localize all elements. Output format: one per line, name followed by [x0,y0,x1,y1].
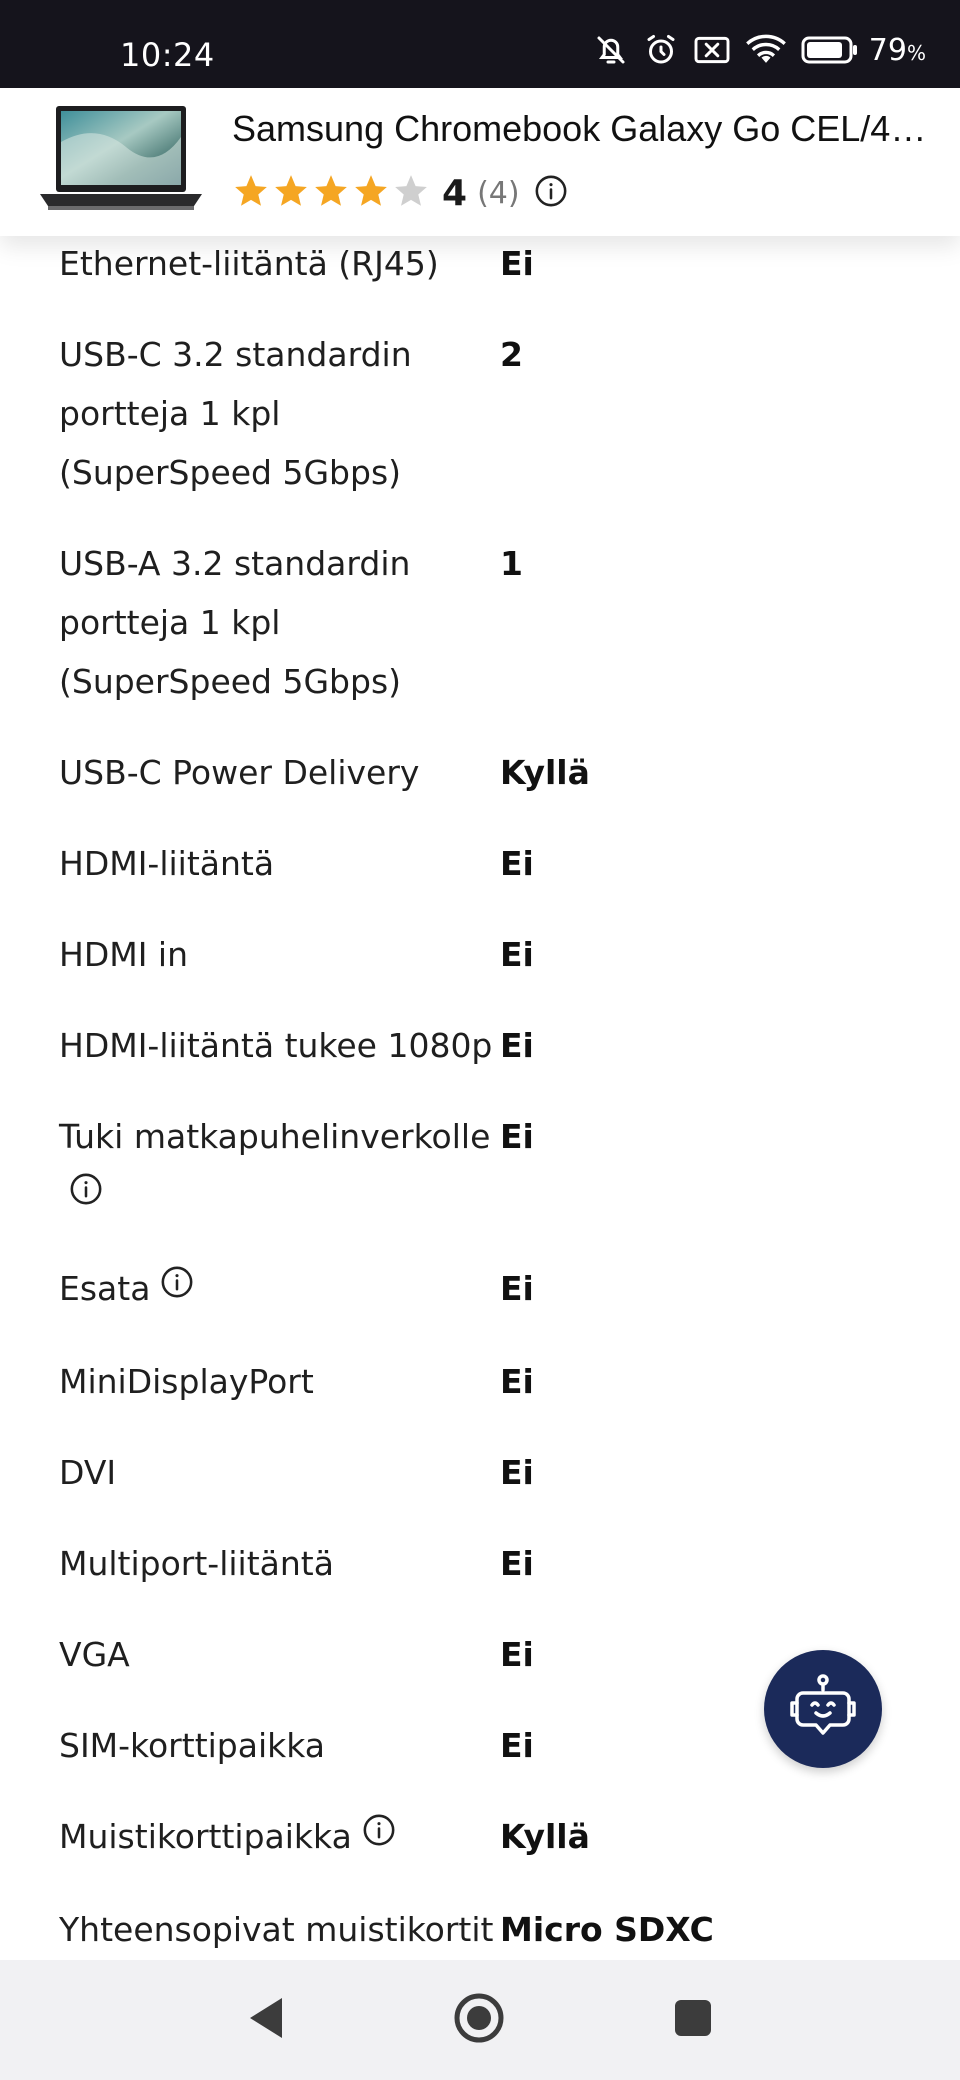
spec-row: HDMI-liitäntä tukee 1080p Ei [0,992,960,1083]
recents-icon [674,1999,712,2041]
spec-row: Tuki matkapuhelinverkolle Ei [0,1083,960,1235]
spec-label-text: HDMI-liitäntä tukee 1080p [59,1026,493,1065]
product-thumbnail[interactable] [36,102,206,220]
spec-label-text: DVI [59,1453,117,1492]
spec-label-text: Ethernet-liitäntä (RJ45) [59,244,439,283]
spec-value: Kyllä [500,1817,590,1856]
battery-icon [801,35,859,65]
notifications-off-icon [593,32,629,68]
spec-row: MiniDisplayPort Ei [0,1328,960,1419]
spec-value: Ei [500,935,534,974]
back-button[interactable] [236,1990,296,2050]
rating-count: (4) [477,175,520,211]
spec-label: HDMI-liitäntä [59,834,499,893]
spec-row: Yhteensopivat muistikortit Micro SDXC [0,1876,960,1960]
spec-row: USB-C Power Delivery Kyllä [0,719,960,810]
spec-label: HDMI-liitäntä tukee 1080p [59,1016,499,1075]
spec-value: Ei [500,1117,534,1156]
star-empty-icon [392,172,430,214]
product-header[interactable]: Samsung Chromebook Galaxy Go CEL/4/3... … [0,88,960,236]
recents-button[interactable] [663,1990,723,2050]
spec-label-text: USB-C 3.2 standardin portteja 1 kpl (Sup… [59,335,412,492]
spec-label-text: Esata [59,1269,151,1308]
star-filled-icon [312,172,350,214]
spec-value: Ei [500,244,534,283]
spec-label: USB-C 3.2 standardin portteja 1 kpl (Sup… [59,325,499,502]
rating-stars [232,172,430,214]
back-icon [246,1996,286,2044]
star-filled-icon [352,172,390,214]
spec-label: Yhteensopivat muistikortit [59,1900,499,1960]
spec-value: Ei [500,1453,534,1492]
spec-value: Micro SDXC [500,1910,714,1949]
spec-label: MiniDisplayPort [59,1352,499,1411]
spec-row: Multiport-liitäntä Ei [0,1510,960,1601]
spec-label-text: Muistikorttipaikka [59,1817,352,1856]
spec-value: Ei [500,844,534,883]
spec-value: 2 [500,335,523,374]
spec-value: Ei [500,1362,534,1401]
home-icon [453,1992,505,2048]
spec-value: Kyllä [500,753,590,792]
star-filled-icon [272,172,310,214]
product-title[interactable]: Samsung Chromebook Galaxy Go CEL/4/3... [232,108,932,150]
navigation-bar [0,1960,960,2080]
spec-label: DVI [59,1443,499,1502]
spec-label: Multiport-liitäntä [59,1534,499,1593]
spec-value: Ei [500,1026,534,1065]
spec-label: Muistikorttipaikka [59,1807,499,1868]
info-icon[interactable] [69,1165,103,1224]
spec-label-text: Yhteensopivat muistikortit [59,1910,494,1949]
info-icon[interactable] [160,1258,194,1317]
spec-row: Muistikorttipaikka Kyllä [0,1783,960,1876]
spec-label-text: VGA [59,1635,130,1674]
spec-label: SIM-korttipaikka [59,1716,499,1775]
spec-label-text: USB-A 3.2 standardin portteja 1 kpl (Sup… [59,544,411,701]
spec-row: USB-A 3.2 standardin portteja 1 kpl (Sup… [0,510,960,719]
chat-bot-button[interactable] [764,1650,882,1768]
spec-value: Ei [500,1269,534,1308]
spec-row: HDMI in Ei [0,901,960,992]
spec-row: USB-C 3.2 standardin portteja 1 kpl (Sup… [0,301,960,510]
status-icons: 79% [593,30,926,70]
spec-value: Ei [500,1726,534,1765]
spec-label: HDMI in [59,925,499,984]
spec-label-text: HDMI-liitäntä [59,844,275,883]
wifi-icon [745,33,787,67]
spec-value: Ei [500,1635,534,1674]
spec-label-text: Tuki matkapuhelinverkolle [59,1117,491,1156]
battery-percent-value: 79 [868,32,907,68]
status-bar: 10:24 79% [0,0,960,88]
home-button[interactable] [449,1990,509,2050]
rating-value: 4 [442,172,468,214]
spec-row: Ethernet-liitäntä (RJ45) Ei [0,236,960,301]
alarm-icon [643,32,679,68]
spec-label: Esata [59,1259,499,1320]
spec-label-text: Multiport-liitäntä [59,1544,334,1583]
spec-row: Esata Ei [0,1235,960,1328]
spec-row: DVI Ei [0,1419,960,1510]
sim-off-icon [693,34,731,66]
rating-row[interactable]: 4 (4) [232,170,568,216]
spec-label-text: MiniDisplayPort [59,1362,314,1401]
info-icon[interactable] [362,1806,396,1865]
spec-label-text: HDMI in [59,935,189,974]
spec-value: 1 [500,544,523,583]
spec-label: Ethernet-liitäntä (RJ45) [59,236,499,293]
spec-label: USB-C Power Delivery [59,743,499,802]
spec-label: VGA [59,1625,499,1684]
status-time: 10:24 [120,36,215,74]
info-icon[interactable] [534,174,568,212]
spec-value: Ei [500,1544,534,1583]
spec-label-text: USB-C Power Delivery [59,753,420,792]
battery-percent: 79% [869,33,926,68]
spec-label: USB-A 3.2 standardin portteja 1 kpl (Sup… [59,534,499,711]
spec-label-text: SIM-korttipaikka [59,1726,325,1765]
spec-label: Tuki matkapuhelinverkolle [59,1107,499,1227]
robot-icon [783,1667,863,1751]
battery-percent-unit: % [906,40,926,65]
star-filled-icon [232,172,270,214]
spec-row: HDMI-liitäntä Ei [0,810,960,901]
